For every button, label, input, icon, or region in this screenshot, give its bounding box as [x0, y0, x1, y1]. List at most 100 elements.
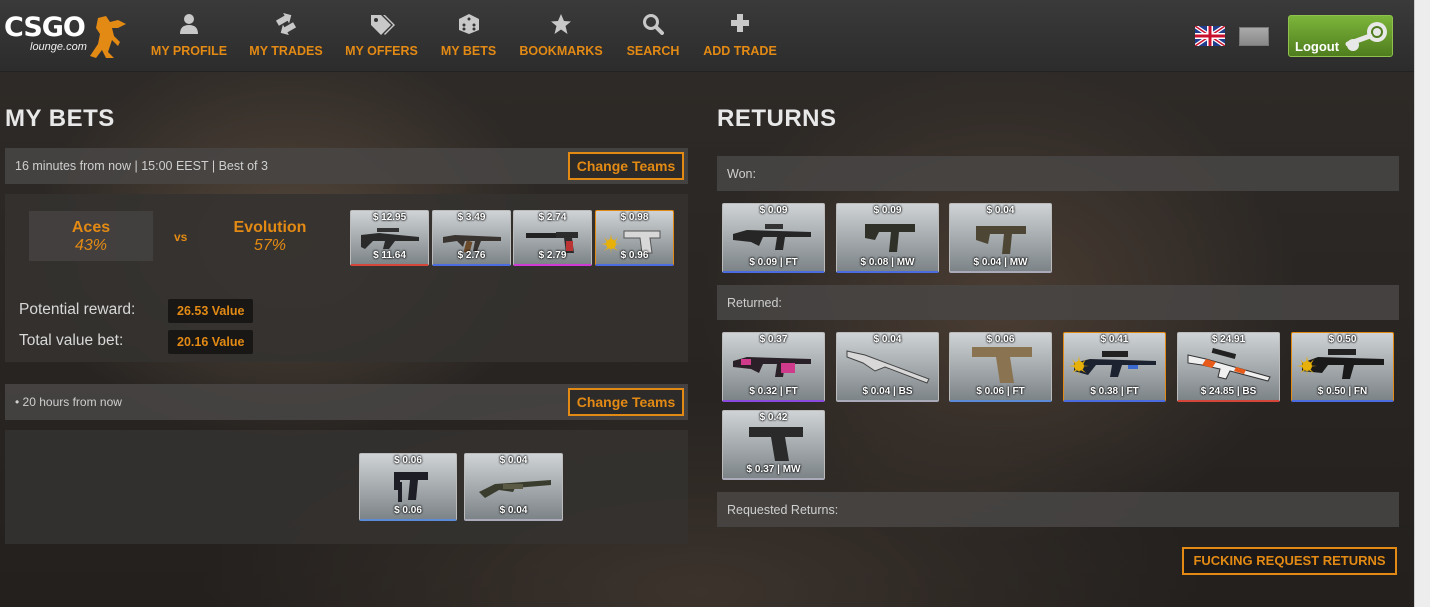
- logout-label: Logout: [1295, 39, 1340, 54]
- deagle-icon: [972, 347, 1032, 383]
- team1-percent: 43%: [74, 237, 108, 254]
- item-value: $ 2.79: [538, 250, 567, 261]
- total-value-label: Total value bet:: [19, 332, 124, 349]
- rifle-icon: [733, 224, 811, 250]
- returned-header: Returned:: [717, 285, 1399, 320]
- stattrak-star-icon: [1069, 356, 1089, 376]
- logo[interactable]: CSGO lounge.com: [4, 12, 128, 62]
- nav-label: BOOKMARKS: [519, 44, 603, 58]
- bet-item[interactable]: $ 0.98 $ 0.96: [595, 210, 674, 266]
- pistol-icon: [749, 427, 803, 461]
- language-flag-icon[interactable]: [1239, 27, 1269, 46]
- item-value: $ 0.06 | FT: [976, 386, 1025, 397]
- trades-icon: [248, 13, 324, 37]
- top-nav: CSGO lounge.com MY PROFILE MY TRADES MY …: [0, 0, 1414, 72]
- search-icon: [625, 13, 681, 37]
- nav-my-profile[interactable]: MY PROFILE: [150, 0, 228, 72]
- plus-icon: [702, 13, 778, 37]
- team1-box[interactable]: Aces 43%: [29, 211, 153, 261]
- nav-label: SEARCH: [626, 44, 680, 58]
- item-value: $ 0.09 | FT: [749, 257, 798, 268]
- tags-icon: [345, 13, 418, 37]
- nav-label: MY PROFILE: [150, 44, 228, 58]
- bet1-info: 16 minutes from now | 15:00 EEST | Best …: [15, 159, 268, 173]
- team1-name: Aces: [71, 219, 111, 236]
- won-item[interactable]: $ 0.09 $ 0.09 | FT: [722, 203, 825, 273]
- item-value: $ 0.38 | FT: [1090, 386, 1139, 397]
- returned-item[interactable]: $ 0.41 $ 0.38 | FT: [1063, 332, 1166, 402]
- bet-item[interactable]: $ 12.95 $ 11.64: [350, 210, 429, 266]
- nav-add-trade[interactable]: ADD TRADE: [702, 0, 778, 72]
- bet-item[interactable]: $ 3.49 $ 2.76: [432, 210, 511, 266]
- nav-label: MY TRADES: [249, 44, 323, 58]
- nav-label: ADD TRADE: [703, 44, 777, 58]
- returns-title: RETURNS: [717, 105, 837, 132]
- returned-item[interactable]: $ 0.42 $ 0.37 | MW: [722, 410, 825, 480]
- scrollbar[interactable]: [1414, 0, 1430, 607]
- item-value: $ 0.04 | BS: [862, 386, 913, 397]
- returned-item[interactable]: $ 24.91 $ 24.85 | BS: [1177, 332, 1280, 402]
- vs-label: vs: [174, 230, 188, 244]
- nav-my-offers[interactable]: MY OFFERS: [345, 0, 418, 72]
- item-price: $ 0.06: [394, 455, 422, 466]
- item-price: $ 0.98: [620, 212, 649, 223]
- user-icon: [150, 13, 228, 37]
- returned-item[interactable]: $ 0.37 $ 0.32 | FT: [722, 332, 825, 402]
- item-value: $ 0.08 | MW: [860, 257, 915, 268]
- star-icon: [518, 13, 604, 37]
- smg-icon: [976, 226, 1026, 254]
- smg-icon: [865, 224, 915, 252]
- total-value-value: 20.16 Value: [168, 330, 254, 354]
- item-price: $ 3.49: [457, 212, 486, 223]
- requested-returns-label: Requested Returns:: [727, 503, 839, 517]
- dice-icon: [440, 13, 497, 37]
- logout-button[interactable]: Logout: [1288, 15, 1393, 57]
- nav-my-trades[interactable]: MY TRADES: [248, 0, 324, 72]
- nav-search[interactable]: SEARCH: [625, 0, 681, 72]
- shotgun-icon: [846, 350, 930, 384]
- change-teams-button[interactable]: Change Teams: [568, 388, 684, 416]
- item-value: $ 0.37 | MW: [746, 464, 801, 475]
- stattrak-star-icon: [1297, 356, 1317, 376]
- requested-header: Requested Returns:: [717, 492, 1399, 527]
- soldier-logo-icon: [90, 16, 126, 58]
- potential-reward-label: Potential reward:: [19, 301, 136, 318]
- nav-bookmarks[interactable]: BOOKMARKS: [518, 0, 604, 72]
- awp-icon: [1187, 347, 1271, 382]
- uk-flag-icon[interactable]: [1195, 26, 1225, 46]
- steam-icon: [1345, 22, 1387, 51]
- returned-item[interactable]: $ 0.04 $ 0.04 | BS: [836, 332, 939, 402]
- returned-label: Returned:: [727, 296, 782, 310]
- won-item[interactable]: $ 0.09 $ 0.08 | MW: [836, 203, 939, 273]
- bet2-info: • 20 hours from now: [15, 395, 122, 409]
- item-price: $ 0.04: [499, 455, 528, 466]
- returned-item[interactable]: $ 0.06 $ 0.06 | FT: [949, 332, 1052, 402]
- shotgun-icon: [479, 480, 551, 498]
- item-value: $ 0.04 | MW: [973, 257, 1028, 268]
- nav-label: MY OFFERS: [345, 44, 418, 58]
- my-bets-title: MY BETS: [5, 105, 115, 132]
- team2-percent: 57%: [253, 237, 287, 254]
- item-value: $ 0.50 | FN: [1317, 386, 1368, 397]
- bet-item[interactable]: $ 2.74 $ 2.79: [513, 210, 592, 266]
- logo-subtext: lounge.com: [30, 41, 87, 53]
- won-label: Won:: [727, 167, 756, 181]
- won-header: Won:: [717, 156, 1399, 191]
- request-returns-button[interactable]: FUCKING REQUEST RETURNS: [1182, 547, 1397, 575]
- item-value: $ 2.76: [457, 250, 486, 261]
- nav-my-bets[interactable]: MY BETS: [440, 0, 497, 72]
- item-value: $ 0.06: [394, 505, 422, 516]
- bet-item[interactable]: $ 0.04 $ 0.04: [464, 453, 563, 521]
- item-value: $ 0.04: [499, 505, 528, 516]
- nav-label: MY BETS: [440, 44, 497, 58]
- potential-reward-value: 26.53 Value: [168, 299, 254, 323]
- item-value: $ 0.96: [620, 250, 649, 261]
- bet-item[interactable]: $ 0.06 $ 0.06: [359, 453, 457, 521]
- rifle-icon: [733, 357, 811, 377]
- won-item[interactable]: $ 0.04 $ 0.04 | MW: [949, 203, 1052, 273]
- item-value: $ 11.64: [373, 250, 406, 261]
- change-teams-button[interactable]: Change Teams: [568, 152, 684, 180]
- team2-box[interactable]: Evolution 57%: [210, 219, 330, 255]
- item-value: $ 0.32 | FT: [749, 386, 798, 397]
- returned-item[interactable]: $ 0.50 $ 0.50 | FN: [1291, 332, 1394, 402]
